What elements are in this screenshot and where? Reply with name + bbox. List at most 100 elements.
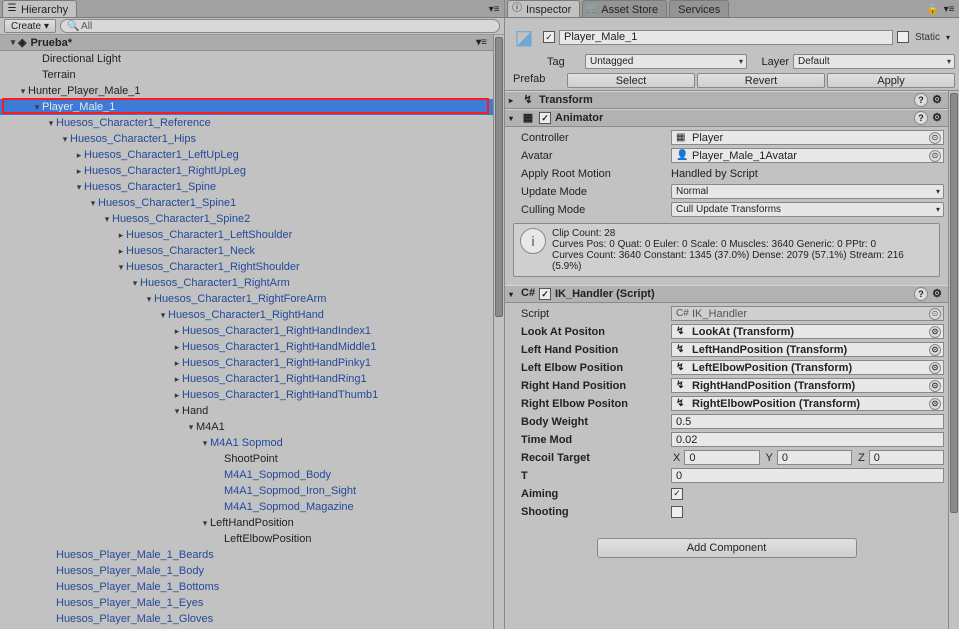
expand-arrow[interactable]: ▾	[200, 518, 210, 529]
object-picker-icon[interactable]: ⊙	[929, 398, 941, 410]
rhp-field[interactable]: ↯RightHandPosition (Transform)⊙	[671, 378, 944, 393]
tab-services[interactable]: Services	[669, 0, 729, 17]
hierarchy-item[interactable]: ▾Huesos_Character1_RightArm	[0, 275, 493, 291]
object-picker-icon[interactable]: ⊙	[929, 326, 941, 338]
update-mode-dropdown[interactable]: Normal	[671, 184, 944, 199]
hierarchy-item[interactable]: M4A1_Sopmod_Magazine	[0, 499, 493, 515]
hierarchy-item[interactable]: Huesos_Player_Male_1_Eyes	[0, 595, 493, 611]
culling-mode-dropdown[interactable]: Cull Update Transforms	[671, 202, 944, 217]
hierarchy-item[interactable]: ▸Huesos_Character1_Neck	[0, 243, 493, 259]
expand-arrow[interactable]: ▾	[144, 294, 154, 305]
tab-hierarchy[interactable]: ☰ Hierarchy	[2, 0, 77, 17]
prefab-revert-button[interactable]: Revert	[697, 73, 825, 88]
gear-icon[interactable]: ⚙	[930, 111, 944, 125]
add-component-button[interactable]: Add Component	[597, 538, 857, 558]
object-picker-icon[interactable]: ⊙	[929, 132, 941, 144]
scrollbar-thumb[interactable]	[495, 37, 503, 317]
hierarchy-item[interactable]: ▾Huesos_Character1_Spine1	[0, 195, 493, 211]
tab-inspector[interactable]: ⓘ Inspector	[507, 0, 580, 17]
create-button[interactable]: Create ▾	[4, 19, 56, 33]
transform-header[interactable]: ▸ ↯ Transform ? ⚙	[505, 91, 948, 109]
hierarchy-item[interactable]: ▾Huesos_Character1_Reference	[0, 115, 493, 131]
controller-field[interactable]: ▦Player⊙	[671, 130, 944, 145]
hierarchy-item[interactable]: Terrain	[0, 67, 493, 83]
static-checkbox[interactable]: ✓	[897, 31, 909, 43]
expand-arrow[interactable]: ▾	[200, 438, 210, 449]
hierarchy-item[interactable]: Huesos_Player_Male_1_Beards	[0, 547, 493, 563]
hierarchy-item[interactable]: ▾Huesos_Character1_Spine	[0, 179, 493, 195]
time-mod-field[interactable]: 0.02	[671, 432, 944, 447]
hierarchy-item[interactable]: LeftElbowPosition	[0, 531, 493, 547]
hierarchy-item[interactable]: ▾M4A1 Sopmod	[0, 435, 493, 451]
fold-icon[interactable]: ▸	[509, 96, 517, 105]
panel-menu-icon[interactable]: ▾≡	[942, 3, 956, 17]
hierarchy-item[interactable]: ▾Huesos_Character1_Hips	[0, 131, 493, 147]
avatar-field[interactable]: 👤Player_Male_1Avatar⊙	[671, 148, 944, 163]
fold-icon[interactable]: ▾	[509, 290, 517, 299]
lep-field[interactable]: ↯LeftElbowPosition (Transform)⊙	[671, 360, 944, 375]
shooting-checkbox[interactable]: ✓	[671, 506, 683, 518]
expand-arrow[interactable]: ▾	[46, 118, 56, 129]
help-icon[interactable]: ?	[914, 93, 928, 107]
expand-arrow[interactable]: ▸	[172, 326, 182, 337]
gear-icon[interactable]: ⚙	[930, 287, 944, 301]
hierarchy-item[interactable]: ▾Player_Male_1	[0, 99, 493, 115]
hierarchy-item[interactable]: ▾Huesos_Character1_RightForeArm	[0, 291, 493, 307]
hierarchy-item[interactable]: ▾Huesos_Character1_RightHand	[0, 307, 493, 323]
hierarchy-item[interactable]: ▾LeftHandPosition	[0, 515, 493, 531]
object-picker-icon[interactable]: ⊙	[929, 150, 941, 162]
object-picker-icon[interactable]: ⊙	[929, 308, 941, 320]
hierarchy-item[interactable]: Huesos_Player_Male_1_Body	[0, 563, 493, 579]
body-weight-field[interactable]: 0.5	[671, 414, 944, 429]
vertical-scrollbar[interactable]	[493, 35, 504, 629]
aiming-checkbox[interactable]: ✓	[671, 488, 683, 500]
static-dropdown-icon[interactable]: ▾	[946, 33, 955, 42]
scene-row[interactable]: ▾◈Prueba*▾≡	[0, 35, 493, 51]
expand-arrow[interactable]: ▸	[74, 150, 84, 161]
hierarchy-tree[interactable]: ▾◈Prueba*▾≡Directional LightTerrain▾Hunt…	[0, 35, 493, 629]
lock-icon[interactable]: 🔒	[926, 3, 940, 17]
gameobject-name-field[interactable]: Player_Male_1	[559, 30, 893, 45]
expand-arrow[interactable]: ▾	[116, 262, 126, 273]
expand-arrow[interactable]: ▾	[102, 214, 112, 225]
hierarchy-item[interactable]: ▸Huesos_Character1_LeftUpLeg	[0, 147, 493, 163]
hierarchy-item[interactable]: ▾Hand	[0, 403, 493, 419]
expand-arrow[interactable]: ▾	[74, 182, 84, 193]
scrollbar-thumb[interactable]	[950, 93, 958, 513]
hierarchy-item[interactable]: ▸Huesos_Character1_RightHandRing1	[0, 371, 493, 387]
expand-arrow[interactable]: ▸	[172, 342, 182, 353]
recoil-z-field[interactable]: 0	[869, 450, 944, 465]
hierarchy-item[interactable]: ▸Huesos_Character1_LeftShoulder	[0, 227, 493, 243]
hierarchy-item[interactable]: ▸Huesos_Character1_RightHandPinky1	[0, 355, 493, 371]
expand-arrow[interactable]: ▾	[158, 310, 168, 321]
ik-header[interactable]: ▾ C# ✓ IK_Handler (Script) ? ⚙	[505, 285, 948, 303]
expand-arrow[interactable]: ▸	[172, 358, 182, 369]
fold-icon[interactable]: ▾	[509, 114, 517, 123]
layer-dropdown[interactable]: Default	[793, 54, 955, 69]
object-picker-icon[interactable]: ⊙	[929, 380, 941, 392]
expand-arrow[interactable]: ▸	[172, 390, 182, 401]
hierarchy-item[interactable]: ▾Huesos_Character1_Spine2	[0, 211, 493, 227]
ik-enable-checkbox[interactable]: ✓	[539, 288, 551, 300]
recoil-x-field[interactable]: 0	[684, 450, 759, 465]
expand-arrow[interactable]: ▾	[18, 86, 28, 97]
hierarchy-item[interactable]: ▾Huesos_Character1_RightShoulder	[0, 259, 493, 275]
hierarchy-item[interactable]: ▾Hunter_Player_Male_1	[0, 83, 493, 99]
hierarchy-item[interactable]: Huesos_Player_Male_1_Bottoms	[0, 579, 493, 595]
hierarchy-item[interactable]: ▸Huesos_Character1_RightHandThumb1	[0, 387, 493, 403]
hierarchy-item[interactable]: M4A1_Sopmod_Body	[0, 467, 493, 483]
rep-field[interactable]: ↯RightElbowPosition (Transform)⊙	[671, 396, 944, 411]
expand-arrow[interactable]: ▾	[186, 422, 196, 433]
hierarchy-item[interactable]: Huesos_Player_Male_1_Gloves	[0, 611, 493, 627]
hierarchy-item[interactable]: ShootPoint	[0, 451, 493, 467]
animator-enable-checkbox[interactable]: ✓	[539, 112, 551, 124]
gear-icon[interactable]: ⚙	[930, 93, 944, 107]
hierarchy-item[interactable]: ▸Huesos_Character1_RightUpLeg	[0, 163, 493, 179]
object-picker-icon[interactable]: ⊙	[929, 362, 941, 374]
expand-arrow[interactable]: ▾	[172, 406, 182, 417]
prefab-select-button[interactable]: Select	[567, 73, 695, 88]
active-checkbox[interactable]: ✓	[543, 31, 555, 43]
panel-menu-icon[interactable]: ▾≡	[487, 3, 501, 17]
hierarchy-item[interactable]: ▾M4A1	[0, 419, 493, 435]
search-input[interactable]: 🔍 All	[60, 19, 500, 33]
